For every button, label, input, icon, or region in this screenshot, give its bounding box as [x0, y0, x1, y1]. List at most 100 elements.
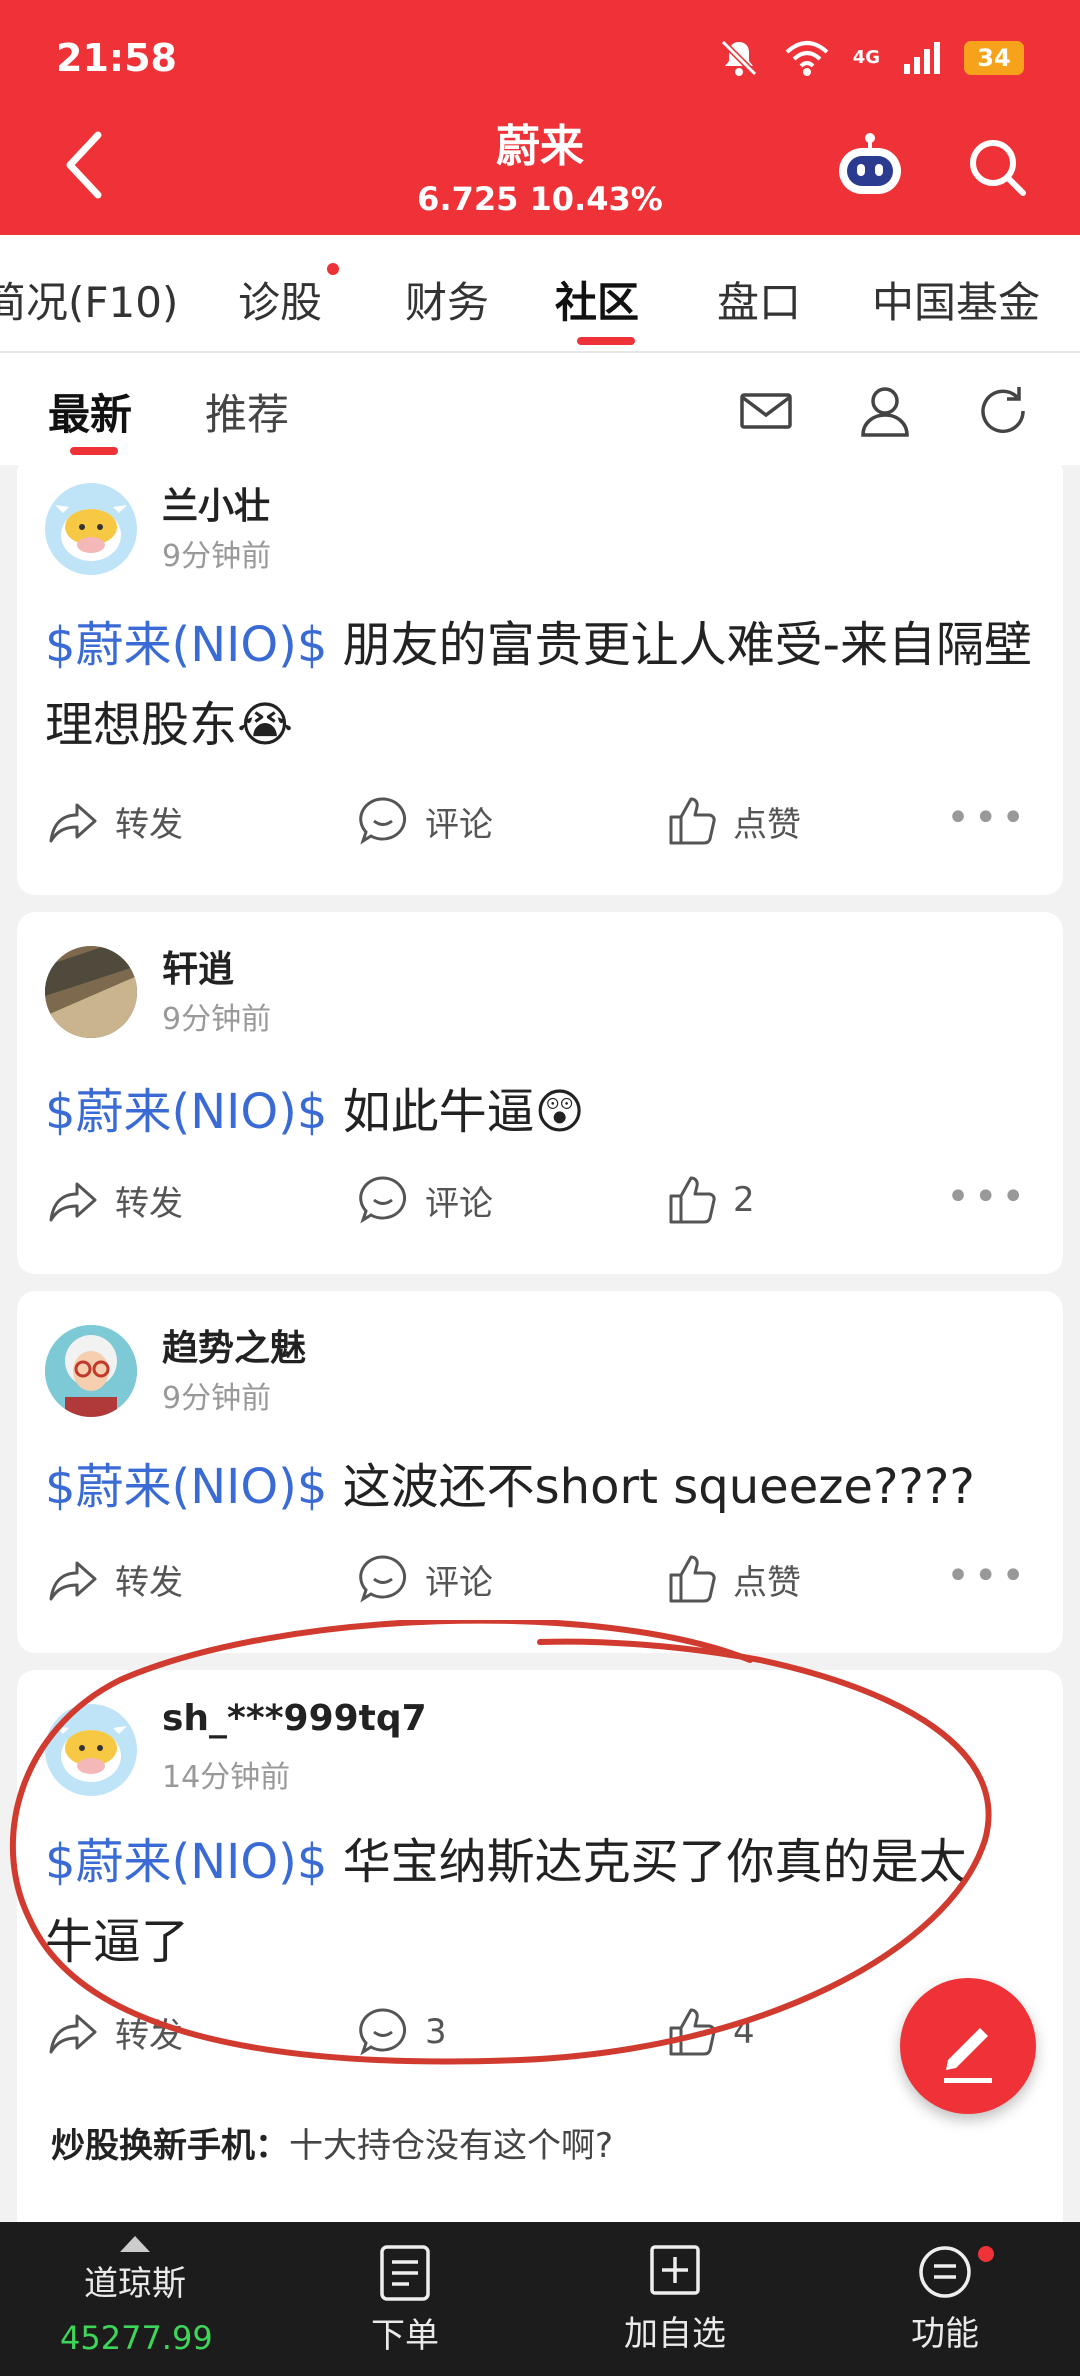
stock-tab-bar: 简况(F10) 诊股 财务 社区 盘口 中国基金: [0, 235, 1080, 353]
repost-button[interactable]: 转发: [47, 795, 183, 847]
plus-square-icon: [650, 2245, 700, 2295]
post-time: 9分钟前: [162, 1002, 272, 1037]
add-watchlist-button[interactable]: 加自选: [610, 2244, 740, 2355]
subtab-latest[interactable]: 最新: [48, 381, 132, 442]
app-header: 21:58 4G 34 蔚来 6.725 10.43%: [0, 0, 1080, 235]
reply-text: 十大持仓没有这个啊?: [289, 2126, 614, 2166]
comment-button[interactable]: 评论: [357, 1174, 493, 1226]
signal-icon: [904, 42, 940, 74]
more-options-icon[interactable]: •••: [946, 795, 1029, 841]
stock-tag-link[interactable]: $蔚来(NIO)$: [45, 1834, 327, 1890]
avatar-cow[interactable]: [45, 1704, 137, 1796]
tab-diagnosis-dot: [327, 263, 339, 275]
comment-button[interactable]: 评论: [357, 795, 493, 847]
reply-author[interactable]: 炒股换新手机：: [51, 2126, 289, 2166]
tab-overview[interactable]: 简况(F10): [0, 269, 178, 330]
thumbs-up-icon: [669, 1176, 716, 1224]
avatar-grandpa[interactable]: [45, 1325, 137, 1417]
post-author[interactable]: 趋势之魅: [162, 1319, 306, 1371]
bottom-toolbar: 道琼斯 45277.99 下单 加自选 功能: [0, 2222, 1080, 2376]
repost-button[interactable]: 转发: [47, 1553, 183, 1605]
like-button[interactable]: 点赞: [665, 795, 801, 847]
post-content[interactable]: $蔚来(NIO)$ 如此牛逼😲: [45, 1072, 1035, 1152]
stock-tag-link[interactable]: $蔚来(NIO)$: [45, 1459, 327, 1515]
tab-community[interactable]: 社区: [555, 269, 639, 330]
post-text: 这波还不short squeeze????: [327, 1459, 975, 1515]
post-content[interactable]: $蔚来(NIO)$ 华宝纳斯达克买了你真的是太牛逼了: [45, 1822, 1003, 1982]
index-name: 道琼斯: [84, 2264, 186, 2304]
like-count: 2: [733, 1180, 755, 1220]
comment-icon: [359, 1555, 407, 1603]
active-tab-indicator: [577, 337, 635, 345]
avatar-cow[interactable]: [45, 483, 137, 575]
share-icon: [49, 1561, 97, 1601]
wifi-icon: [785, 41, 829, 76]
thumbs-up-icon: [669, 2008, 716, 2056]
stock-title-block: 蔚来 6.725 10.43%: [0, 110, 1080, 218]
comment-icon: [359, 797, 407, 845]
status-bar: 21:58 4G 34: [0, 0, 1080, 120]
user-icon[interactable]: [857, 383, 913, 439]
post-time: 9分钟前: [162, 539, 272, 574]
tab-diagnosis[interactable]: 诊股: [238, 269, 322, 330]
network-type: 4G: [852, 47, 880, 68]
post-author[interactable]: sh_***999tq7: [162, 1698, 427, 1739]
more-options-icon[interactable]: •••: [946, 1174, 1029, 1220]
functions-button[interactable]: 功能: [890, 2244, 1000, 2355]
repost-label: 转发: [115, 1183, 183, 1224]
stock-tag-link[interactable]: $蔚来(NIO)$: [45, 1084, 327, 1140]
battery-indicator: 34: [964, 41, 1024, 75]
post-card[interactable]: 趋势之魅 9分钟前 $蔚来(NIO)$ 这波还不short squeeze???…: [17, 1291, 1063, 1653]
post-text: 如此牛逼: [327, 1084, 535, 1140]
index-value: 45277.99: [60, 2319, 213, 2357]
repost-label: 转发: [115, 2015, 183, 2056]
tab-quotes[interactable]: 盘口: [717, 269, 801, 330]
comment-button[interactable]: 3: [357, 2006, 447, 2058]
like-button[interactable]: 4: [665, 2006, 755, 2058]
comment-button[interactable]: 评论: [357, 1553, 493, 1605]
refresh-icon[interactable]: [975, 383, 1031, 439]
share-icon: [49, 2014, 97, 2054]
menu-circle-icon: [919, 2246, 971, 2298]
post-content[interactable]: $蔚来(NIO)$ 朋友的富贵更让人难受-来自隔壁理想股东😭: [45, 605, 1035, 765]
search-icon[interactable]: [965, 135, 1029, 199]
status-icons: 4G 34: [717, 36, 1024, 80]
more-options-icon[interactable]: •••: [946, 1553, 1029, 1599]
like-button[interactable]: 2: [665, 1174, 755, 1226]
comment-icon: [359, 1176, 407, 1224]
tab-china-funds[interactable]: 中国基金: [872, 269, 1040, 330]
thumbs-up-icon: [669, 797, 716, 845]
shocked-emoji-icon: 😲: [534, 1084, 585, 1140]
robot-assistant-icon[interactable]: [835, 130, 905, 200]
order-button[interactable]: 下单: [350, 2244, 460, 2357]
share-icon: [49, 803, 97, 843]
post-card[interactable]: 兰小壮 9分钟前 $蔚来(NIO)$ 朋友的富贵更让人难受-来自隔壁理想股东😭 …: [17, 455, 1063, 895]
subtab-recommended[interactable]: 推荐: [205, 381, 289, 442]
mute-bell-icon: [720, 39, 757, 77]
reply-preview[interactable]: 炒股换新手机：十大持仓没有这个啊?: [51, 2118, 613, 2167]
functions-label: 功能: [911, 2314, 979, 2354]
mail-icon[interactable]: [738, 383, 794, 439]
compose-post-button[interactable]: [900, 1978, 1036, 2114]
stock-price: 6.725: [417, 180, 519, 218]
post-author[interactable]: 兰小壮: [162, 477, 270, 529]
functions-badge-dot: [978, 2246, 994, 2262]
avatar-landscape[interactable]: [45, 946, 137, 1038]
comment-count: 评论: [425, 1562, 493, 1603]
dow-jones-ticker[interactable]: 道琼斯 45277.99: [60, 2236, 213, 2357]
repost-label: 转发: [115, 804, 183, 845]
post-content[interactable]: $蔚来(NIO)$ 这波还不short squeeze????: [45, 1447, 1035, 1527]
post-author[interactable]: 轩逍: [162, 940, 234, 992]
repost-button[interactable]: 转发: [47, 2006, 183, 2058]
stock-tag-link[interactable]: $蔚来(NIO)$: [45, 617, 327, 673]
post-time: 14分钟前: [162, 1760, 291, 1795]
share-icon: [49, 1182, 97, 1222]
like-button[interactable]: 点赞: [665, 1553, 801, 1605]
post-card[interactable]: 轩逍 9分钟前 $蔚来(NIO)$ 如此牛逼😲 转发 评论 2 •••: [17, 912, 1063, 1274]
repost-button[interactable]: 转发: [47, 1174, 183, 1226]
post-card[interactable]: sh_***999tq7 14分钟前 $蔚来(NIO)$ 华宝纳斯达克买了你真的…: [17, 1670, 1063, 2240]
watchlist-label: 加自选: [624, 2314, 726, 2354]
tab-finance[interactable]: 财务: [405, 269, 489, 330]
document-icon: [380, 2245, 430, 2301]
page-title: 蔚来: [496, 121, 584, 172]
